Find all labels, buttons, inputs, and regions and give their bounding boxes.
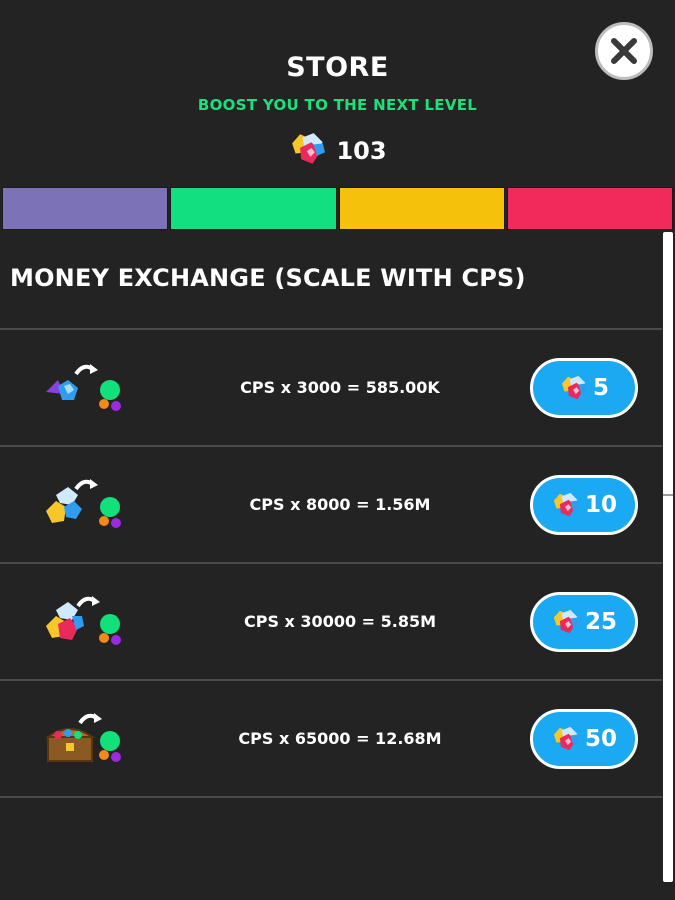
category-tabs [2,187,673,230]
exchange-label: CPS x 30000 = 5.85M [243,612,437,631]
list-item: CPS x 30000 = 5.85M 25 [0,564,662,681]
buy-button[interactable]: 10 [530,475,638,535]
gem-balance: 103 [0,132,675,170]
scrollbar-thumb[interactable] [663,232,673,882]
list-item: CPS x 8000 = 1.56M 10 [0,447,662,564]
buy-button[interactable]: 5 [530,358,638,418]
exchange-label: CPS x 65000 = 12.68M [238,729,442,748]
store-title: STORE [286,52,389,83]
list-item: CPS x 65000 = 12.68M 50 [0,681,662,798]
tab-red[interactable] [506,187,673,230]
treasure-chest-exchange-icon [44,707,132,769]
store-item-list[interactable]: MONEY EXCHANGE (SCALE WITH CPS) CPS x 30… [0,232,662,900]
gems-icon [553,609,579,634]
scrollbar[interactable] [662,232,675,900]
buy-button[interactable]: 25 [530,592,638,652]
gem-balance-value: 103 [336,137,387,165]
tab-purple[interactable] [2,187,169,230]
section-title: MONEY EXCHANGE (SCALE WITH CPS) [10,263,526,292]
price-label: 10 [584,492,617,518]
buy-button[interactable]: 50 [530,709,638,769]
gem-bundle-exchange-icon [44,590,132,652]
gems-icon [288,132,328,170]
gems-icon [553,726,579,751]
price-label: 50 [584,726,617,752]
gem-pile-exchange-icon [44,473,132,535]
price-label: 5 [592,375,609,401]
close-button[interactable] [595,22,653,80]
price-label: 25 [584,609,617,635]
store-header: STORE BOOST YOU TO THE NEXT LEVEL 103 [0,0,675,186]
list-item: CPS x 3000 = 585.00K 5 [0,330,662,447]
gems-icon [561,375,587,400]
tab-green[interactable] [170,187,337,230]
close-icon [611,38,637,64]
small-gems-exchange-icon [44,356,132,418]
section-header: MONEY EXCHANGE (SCALE WITH CPS) [0,232,662,330]
scrollbar-mark [663,494,673,496]
exchange-label: CPS x 3000 = 585.00K [240,378,440,397]
gems-icon [553,492,579,517]
exchange-label: CPS x 8000 = 1.56M [249,495,431,514]
tab-yellow[interactable] [338,187,505,230]
store-subtitle: BOOST YOU TO THE NEXT LEVEL [197,96,478,114]
